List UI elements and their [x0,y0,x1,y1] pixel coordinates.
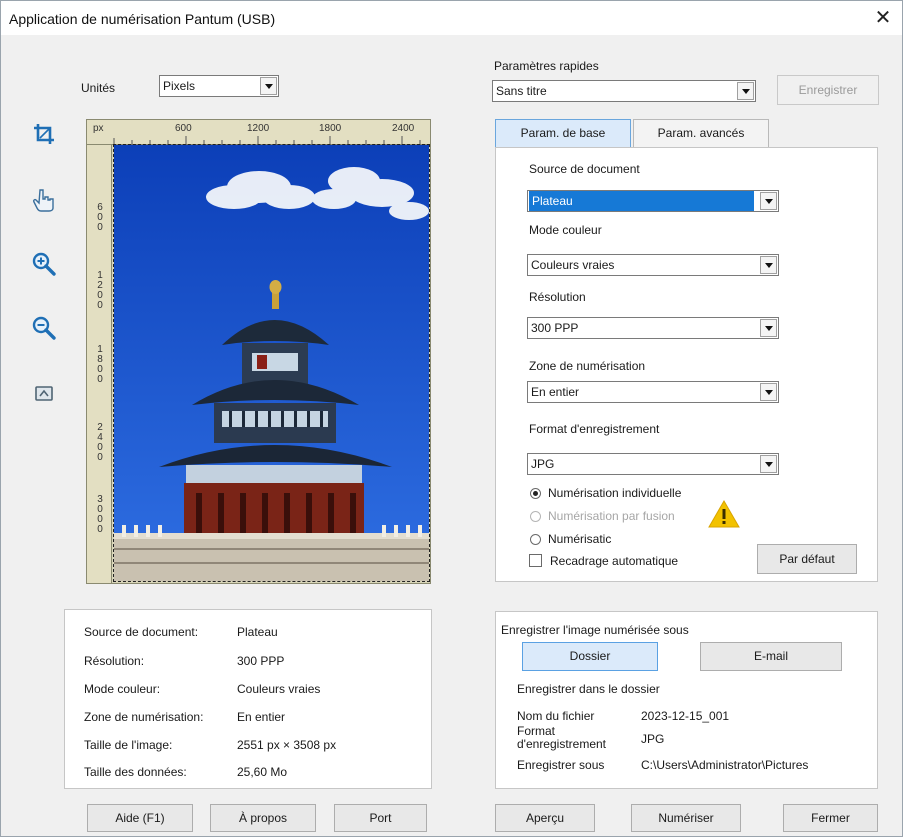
color-mode-select[interactable]: Couleurs vraies [527,254,779,276]
info-value: Plateau [237,625,278,639]
close-button[interactable]: Fermer [783,804,878,832]
save-format-label: Format d'enregistrement [517,724,607,751]
window-title: Application de numérisation Pantum (USB) [9,11,276,27]
source-select[interactable]: Plateau [527,190,779,212]
tab-advanced-params[interactable]: Param. avancés [633,119,769,147]
info-label: Taille de l'image: [84,738,173,752]
radio-merge-scan[interactable] [530,511,541,522]
close-window-button[interactable]: ✕ [870,5,896,31]
quick-params-label: Paramètres rapides [494,59,599,73]
radio-individual-scan[interactable] [530,488,541,499]
info-label: Source de document: [84,625,199,639]
format-select[interactable]: JPG [527,453,779,475]
warning-icon [707,499,741,529]
horizontal-ruler: px 600 1200 1800 2400 [87,120,430,145]
save-format-value: JPG [641,732,665,746]
quick-params-value: Sans titre [496,84,547,98]
hand-pointer-icon[interactable] [31,187,57,213]
filename-label: Nom du fichier [517,709,595,723]
save-in-folder-label: Enregistrer dans le dossier [517,682,660,696]
save-panel-title: Enregistrer l'image numérisée sous [501,623,689,637]
resolution-select[interactable]: 300 PPP [527,317,779,339]
about-button[interactable]: À propos [210,804,316,832]
chevron-down-icon [737,82,754,100]
info-value: En entier [237,710,286,724]
help-button[interactable]: Aide (F1) [87,804,193,832]
auto-crop-checkbox[interactable] [529,554,542,567]
scanned-image-preview[interactable] [113,144,430,582]
tab-basic-params[interactable]: Param. de base [495,119,631,147]
crop-icon[interactable] [31,121,57,147]
quick-params-select[interactable]: Sans titre [492,80,756,102]
scan-button[interactable]: Numériser [631,804,741,832]
radio-other-scan[interactable] [530,534,541,545]
source-label: Source de document [529,162,640,176]
ruler-v-tick: 1200 [97,270,103,311]
scanner-app-window: Application de numérisation Pantum (USB)… [0,0,903,837]
info-value: Couleurs vraies [237,682,321,696]
resolution-label: Résolution [529,290,586,304]
port-button[interactable]: Port [334,804,427,832]
save-as-path: C:\Users\Administrator\Pictures [641,758,809,772]
default-button[interactable]: Par défaut [757,544,857,574]
save-quick-params-button[interactable]: Enregistrer [777,75,879,105]
vertical-ruler: 600 1200 1800 2400 3000 [87,145,112,583]
scan-zone-select[interactable]: En entier [527,381,779,403]
ruler-v-tick: 600 [97,202,103,233]
folder-button[interactable]: Dossier [522,642,658,671]
chevron-down-icon [260,77,277,95]
units-select-value: Pixels [163,79,196,93]
info-label: Mode couleur: [84,682,161,696]
chevron-down-icon [760,319,777,337]
info-label: Taille des données: [84,765,187,779]
units-select[interactable]: Pixels [159,75,279,97]
info-label: Résolution: [84,654,145,668]
resolution-value: 300 PPP [531,321,579,335]
chevron-down-icon [760,455,777,473]
auto-crop-label: Recadrage automatique [550,554,679,568]
color-mode-label: Mode couleur [529,223,602,237]
scan-zone-value: En entier [531,385,580,399]
chevron-down-icon [760,383,777,401]
title-bar: Application de numérisation Pantum (USB)… [1,1,902,35]
info-label: Zone de numérisation: [84,710,204,724]
zoom-out-icon[interactable] [31,315,57,341]
info-value: 25,60 Mo [237,765,288,779]
save-as-label: Enregistrer sous [517,758,605,772]
info-value: 300 PPP [237,654,285,668]
radio-other-label: Numérisatic [548,532,612,546]
format-label: Format d'enregistrement [529,422,660,436]
source-value: Plateau [529,191,754,211]
ruler-v-tick: 1800 [97,344,103,385]
chevron-down-icon [760,192,777,210]
zoom-in-icon[interactable] [31,251,57,277]
radio-individual-label: Numérisation individuelle [548,486,682,500]
ruler-v-tick: 2400 [97,422,103,463]
scan-zone-label: Zone de numérisation [529,359,646,373]
format-value: JPG [531,457,555,471]
filename-value: 2023-12-15_001 [641,709,730,723]
color-mode-value: Couleurs vraies [531,258,615,272]
info-value: 2551 px × 3508 px [237,738,337,752]
radio-merge-label: Numérisation par fusion [548,509,675,523]
reset-view-icon[interactable] [31,381,57,407]
ruler-v-tick: 3000 [97,494,103,535]
units-label: Unités [81,81,116,95]
chevron-down-icon [760,256,777,274]
preview-button[interactable]: Aperçu [495,804,595,832]
email-button[interactable]: E-mail [700,642,842,671]
